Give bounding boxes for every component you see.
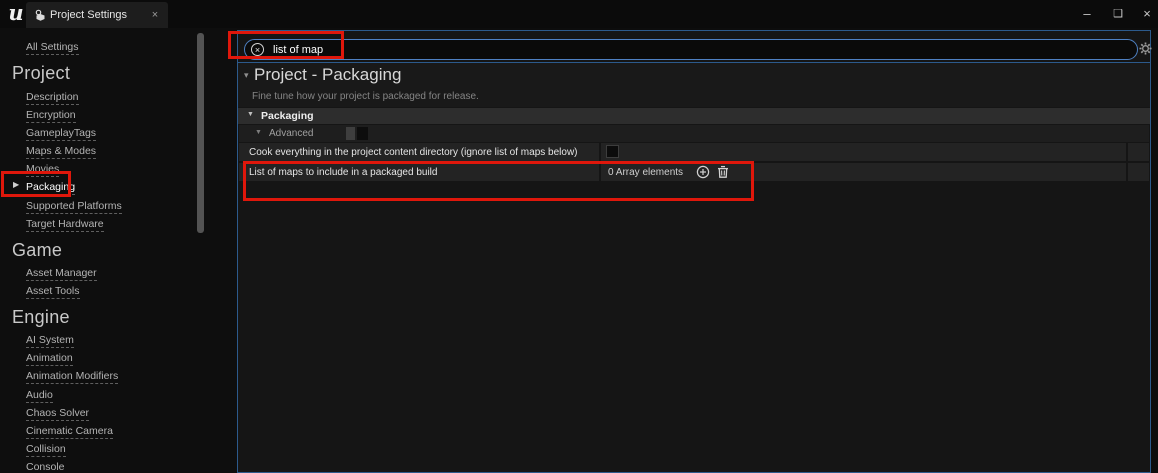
mouse-cursor-artifact <box>346 127 355 140</box>
sidebar-section-engine: Engine <box>12 307 70 328</box>
category-label: Packaging <box>261 110 314 122</box>
cook-everything-checkbox[interactable] <box>606 145 619 158</box>
annotation-box-list-of-maps-row <box>243 161 754 201</box>
project-settings-icon <box>34 9 47 27</box>
reset-column-splitter <box>1126 163 1128 181</box>
sidebar-item-chaos-solver[interactable]: Chaos Solver <box>26 407 89 419</box>
unreal-engine-logo-icon: u <box>5 0 27 28</box>
sidebar-item-encryption[interactable]: Encryption <box>26 109 76 121</box>
search-settings-gear-icon[interactable] <box>1138 41 1153 61</box>
sidebar-item-cinematic-camera[interactable]: Cinematic Camera <box>26 425 113 437</box>
sidebar-item-maps-modes[interactable]: Maps & Modes <box>26 145 96 157</box>
category-collapse-icon[interactable]: ▼ <box>247 111 254 118</box>
section-header: ▾ Project - Packaging Fine tune how your… <box>238 63 1150 107</box>
page-title: Project - Packaging <box>254 65 401 85</box>
window-minimize-button[interactable]: – <box>1076 0 1098 28</box>
column-splitter[interactable] <box>599 143 601 161</box>
settings-main-panel: × ▾ Project - Packaging Fine tune how yo… <box>237 30 1151 473</box>
page-subtitle: Fine tune how your project is packaged f… <box>252 91 479 102</box>
sidebar-section-project: Project <box>12 63 70 84</box>
sidebar-item-gameplaytags[interactable]: GameplayTags <box>26 127 96 139</box>
sidebar-item-target-hardware[interactable]: Target Hardware <box>26 218 104 230</box>
reset-column-splitter <box>1126 143 1128 161</box>
category-header-packaging[interactable]: ▼ Packaging <box>238 108 1150 124</box>
advanced-collapse-icon[interactable]: ▼ <box>255 129 262 136</box>
sidebar-item-asset-manager[interactable]: Asset Manager <box>26 267 97 279</box>
tab-title: Project Settings <box>50 9 127 21</box>
sidebar-item-collision[interactable]: Collision <box>26 443 66 455</box>
sidebar-item-animation[interactable]: Animation <box>26 352 73 364</box>
mouse-cursor-artifact-shadow <box>357 127 368 140</box>
sidebar-item-console[interactable]: Console <box>26 461 65 473</box>
sidebar-item-all-settings[interactable]: All Settings <box>26 41 79 53</box>
window-maximize-button[interactable]: ❑ <box>1107 0 1129 28</box>
settings-sidebar: All Settings Project Description Encrypt… <box>0 28 237 473</box>
project-settings-window: u Project Settings × – ❑ × All Settings … <box>0 0 1158 473</box>
sidebar-item-asset-tools[interactable]: Asset Tools <box>26 285 80 297</box>
settings-search-input[interactable] <box>273 40 1113 59</box>
sidebar-section-game: Game <box>12 240 62 261</box>
annotation-box-packaging-item <box>1 171 71 197</box>
window-close-button[interactable]: × <box>1136 0 1158 28</box>
sidebar-item-audio[interactable]: Audio <box>26 389 53 401</box>
setting-row-cook-everything: Cook everything in the project content d… <box>239 143 1149 161</box>
setting-label: Cook everything in the project content d… <box>249 147 578 158</box>
sidebar-item-animation-modifiers[interactable]: Animation Modifiers <box>26 370 118 382</box>
sidebar-item-description[interactable]: Description <box>26 91 79 103</box>
advanced-subsection[interactable]: ▼ Advanced <box>239 125 1149 142</box>
tab-project-settings[interactable]: Project Settings × <box>26 2 168 28</box>
annotation-box-search <box>228 31 344 59</box>
sidebar-scrollbar[interactable] <box>197 33 204 233</box>
settings-search-field[interactable]: × <box>244 39 1138 60</box>
section-collapse-icon[interactable]: ▾ <box>244 70 249 81</box>
sidebar-item-supported-platforms[interactable]: Supported Platforms <box>26 200 122 212</box>
tab-close-icon[interactable]: × <box>148 8 162 22</box>
title-bar: u Project Settings × – ❑ × <box>0 0 1158 28</box>
advanced-label: Advanced <box>269 128 313 139</box>
sidebar-item-ai-system[interactable]: AI System <box>26 334 74 346</box>
